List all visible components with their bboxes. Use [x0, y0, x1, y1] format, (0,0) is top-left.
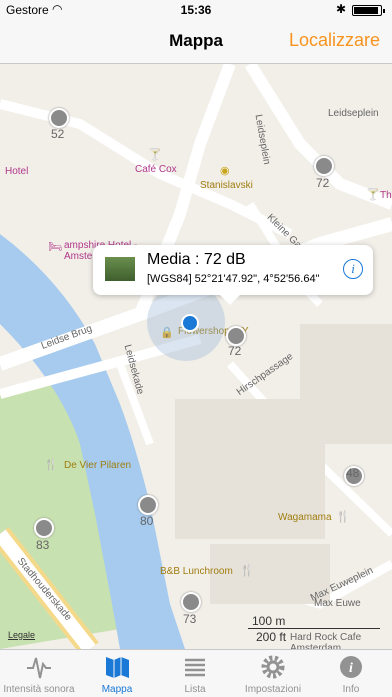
measurement-marker[interactable]: [34, 518, 54, 538]
measurement-marker[interactable]: [314, 156, 334, 176]
bluetooth-icon: ✱: [336, 2, 347, 16]
status-bar: Gestore ◠ 15:36 ✱: [0, 0, 392, 20]
list-icon: [185, 658, 205, 677]
callout-title: Media : 72 dB: [147, 251, 246, 268]
restaurant-icon: 🍴: [240, 565, 254, 577]
gear-icon: [261, 655, 285, 679]
poi-stanislavski[interactable]: Stanislavski: [200, 180, 253, 191]
measurement-marker[interactable]: [49, 108, 69, 128]
clock: 15:36: [180, 3, 212, 17]
map-view[interactable]: Leidseplein Kleine Ga Leidse Brug Leidse…: [0, 64, 392, 649]
current-location-dot: [181, 314, 199, 332]
tab-bar: Intensità sonora Mappa Lista Impostazion…: [0, 649, 392, 697]
poi-leidseplein[interactable]: Leidseplein: [328, 108, 379, 119]
nav-bar: Mappa Localizzare: [0, 20, 392, 64]
scale-metric: 100 m: [252, 614, 286, 628]
marker-value: 72: [228, 344, 242, 358]
marker-value: 80: [140, 514, 154, 528]
measurement-marker[interactable]: [181, 592, 201, 612]
waveform-icon: [27, 657, 51, 679]
battery-fill: [354, 7, 378, 14]
tab-info[interactable]: i Info: [312, 650, 390, 697]
poi-wagamama[interactable]: Wagamama: [278, 512, 332, 523]
theater-icon: ◉: [220, 165, 230, 177]
poi-de-vier-pilaren[interactable]: De Vier Pilaren: [64, 460, 131, 471]
poi-bb-lunchroom[interactable]: B&B Lunchroom: [160, 566, 233, 577]
restaurant-icon: 🍴: [336, 511, 350, 523]
tab-label: Lista: [184, 684, 206, 695]
tab-settings[interactable]: Impostazioni: [234, 650, 312, 697]
bar-icon: 🍸: [366, 189, 380, 201]
measurement-marker[interactable]: [138, 495, 158, 515]
scale-imperial: 200 ft: [256, 630, 287, 644]
marker-value: 73: [183, 612, 197, 626]
map-scale: 100 m 200 ft: [248, 614, 380, 644]
tab-label: Impostazioni: [244, 684, 302, 695]
legal-link[interactable]: Legale: [8, 630, 35, 640]
poi-hotel[interactable]: Hotel: [5, 166, 28, 177]
info-icon: i: [340, 656, 362, 678]
marker-value: 48: [346, 466, 360, 480]
scale-line: [248, 628, 380, 629]
tab-label: Mappa: [101, 684, 133, 695]
callout-coordinates: [WGS84] 52°21'47.92", 4°52'56.64": [147, 273, 320, 285]
restaurant-icon: 🍴: [44, 459, 58, 471]
map-icon: [106, 657, 129, 678]
battery-icon: [352, 5, 385, 16]
bar-icon: 🍸: [148, 149, 162, 161]
localize-button[interactable]: Localizzare: [289, 30, 380, 51]
photo-thumbnail: [105, 257, 135, 281]
info-icon[interactable]: i: [343, 259, 363, 279]
measurement-marker[interactable]: [226, 326, 246, 346]
tab-map[interactable]: Mappa: [78, 650, 156, 697]
poi-cafe-cox[interactable]: Café Cox: [135, 164, 177, 175]
bed-icon: 🛏: [48, 241, 62, 253]
svg-text:i: i: [349, 661, 353, 676]
marker-value: 83: [36, 538, 50, 552]
measurement-callout[interactable]: Media : 72 dB [WGS84] 52°21'47.92", 4°52…: [93, 245, 373, 305]
marker-value: 72: [316, 176, 330, 190]
poi-th[interactable]: Th: [380, 190, 392, 201]
tab-label: Intensità sonora: [3, 684, 75, 695]
poi-max-euwe[interactable]: Max Euwe: [314, 598, 361, 609]
tab-list[interactable]: Lista: [156, 650, 234, 697]
tab-sound-intensity[interactable]: Intensità sonora: [0, 650, 78, 697]
marker-value: 52: [51, 127, 65, 141]
tab-label: Info: [342, 684, 360, 695]
